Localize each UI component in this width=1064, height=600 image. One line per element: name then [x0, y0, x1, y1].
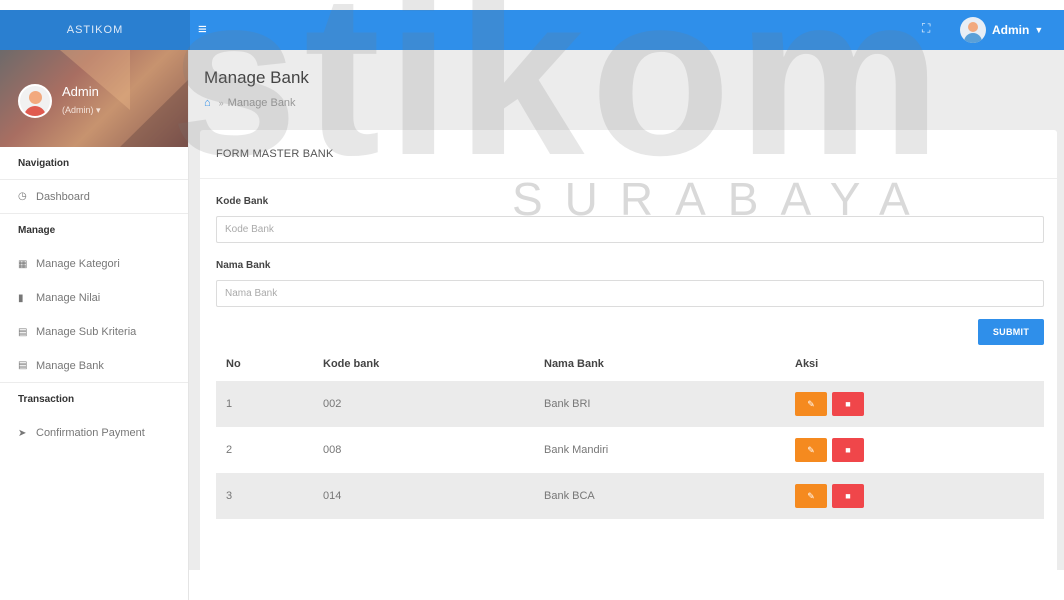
main-content: Manage Bank ⌂ » Manage Bank FORM MASTER …: [189, 50, 1064, 595]
breadcrumb-current: Manage Bank: [227, 97, 296, 109]
cell-aksi: ✎ ■: [795, 392, 1044, 416]
column-header-aksi: Aksi: [795, 358, 819, 370]
table-row: 1 002 Bank BRI ✎ ■: [216, 381, 1044, 427]
chevron-down-icon: ▼: [1034, 25, 1044, 35]
edit-icon: ✎: [807, 398, 815, 409]
expand-icon[interactable]: ⛶: [922, 21, 930, 36]
book-icon: ▮: [18, 292, 24, 304]
column-header-nama: Nama Bank: [544, 358, 604, 370]
column-header-no: No: [226, 358, 241, 370]
top-navbar: ASTIKOM ≡ ⛶ Admin ▼: [0, 10, 1064, 50]
table-row: 3 014 Bank BCA ✎ ■: [216, 473, 1044, 519]
sidebar: Admin (Admin) ▾ Navigation ◷ Dashboard M…: [0, 50, 188, 600]
sidebar-item-manage-bank[interactable]: ▤ Manage Bank: [0, 349, 188, 383]
cell-nama: Bank BRI: [544, 398, 591, 410]
breadcrumb-separator: »: [218, 98, 224, 108]
column-header-kode: Kode bank: [323, 358, 380, 370]
cell-kode: 002: [323, 398, 342, 410]
sidebar-item-manage-sub-kriteria[interactable]: ▤ Manage Sub Kriteria: [0, 315, 188, 349]
sidebar-item-manage-kategori[interactable]: ▦ Manage Kategori: [0, 247, 188, 281]
nav-header-transaction: Transaction: [18, 394, 75, 405]
table-header: No Kode bank Nama Bank Aksi: [216, 347, 1044, 381]
table-icon: ▦: [18, 258, 28, 270]
send-icon: ➤: [18, 427, 27, 439]
sidebar-profile: Admin (Admin) ▾: [0, 50, 188, 147]
nav-header-navigation: Navigation: [0, 147, 188, 180]
avatar: [960, 17, 986, 43]
dashboard-icon: ◷: [18, 191, 27, 202]
delete-button[interactable]: ■: [832, 438, 864, 462]
cell-nama: Bank Mandiri: [544, 444, 609, 456]
sidebar-item-confirmation-payment[interactable]: ➤ Confirmation Payment: [0, 416, 188, 450]
cell-kode: 014: [323, 490, 342, 502]
card-icon: ▤: [18, 326, 28, 338]
cell-nama: Bank BCA: [544, 490, 595, 502]
cell-no: 1: [226, 398, 233, 410]
cell-no: 3: [226, 490, 233, 502]
delete-button[interactable]: ■: [832, 392, 864, 416]
page-title: Manage Bank: [204, 68, 309, 87]
nama-bank-input[interactable]: [216, 280, 1044, 307]
edit-button[interactable]: ✎: [795, 484, 827, 508]
user-menu[interactable]: Admin ▼: [960, 16, 1043, 44]
edit-button[interactable]: ✎: [795, 392, 827, 416]
profile-avatar: [18, 84, 52, 118]
edit-icon: ✎: [807, 490, 815, 501]
panel-heading: FORM MASTER BANK: [200, 130, 1057, 179]
sidebar-item-manage-nilai[interactable]: ▮ Manage Nilai: [0, 281, 188, 315]
form-panel: FORM MASTER BANK Kode Bank Nama Bank SUB…: [200, 130, 1057, 595]
home-icon[interactable]: ⌂: [204, 97, 211, 109]
kode-bank-input[interactable]: [216, 216, 1044, 243]
nav-header-manage: Manage: [18, 225, 56, 236]
cell-kode: 008: [323, 444, 342, 456]
nama-bank-label: Nama Bank: [216, 260, 271, 271]
trash-icon: ■: [845, 445, 851, 455]
profile-role-dropdown[interactable]: (Admin) ▾: [62, 105, 101, 116]
user-name: Admin: [992, 23, 1030, 37]
hamburger-icon[interactable]: ≡: [198, 20, 212, 40]
cell-no: 2: [226, 444, 233, 456]
cell-aksi: ✎ ■: [795, 438, 1044, 462]
delete-button[interactable]: ■: [832, 484, 864, 508]
profile-name: Admin: [62, 84, 99, 99]
trash-icon: ■: [845, 491, 851, 501]
breadcrumb: ⌂ » Manage Bank: [204, 97, 296, 109]
trash-icon: ■: [845, 399, 851, 409]
table-row: 2 008 Bank Mandiri ✎ ■: [216, 427, 1044, 473]
bank-table: No Kode bank Nama Bank Aksi 1 002 Bank B…: [216, 347, 1044, 519]
cell-aksi: ✎ ■: [795, 484, 1044, 508]
card-icon: ▤: [18, 360, 28, 371]
kode-bank-label: Kode Bank: [216, 196, 269, 207]
sidebar-item-dashboard[interactable]: ◷ Dashboard: [0, 180, 188, 214]
edit-icon: ✎: [807, 444, 815, 455]
submit-button[interactable]: SUBMIT: [978, 319, 1044, 345]
edit-button[interactable]: ✎: [795, 438, 827, 462]
brand-logo[interactable]: ASTIKOM: [0, 10, 190, 50]
footer: [189, 570, 1064, 600]
chevron-down-icon: ▾: [96, 105, 101, 115]
